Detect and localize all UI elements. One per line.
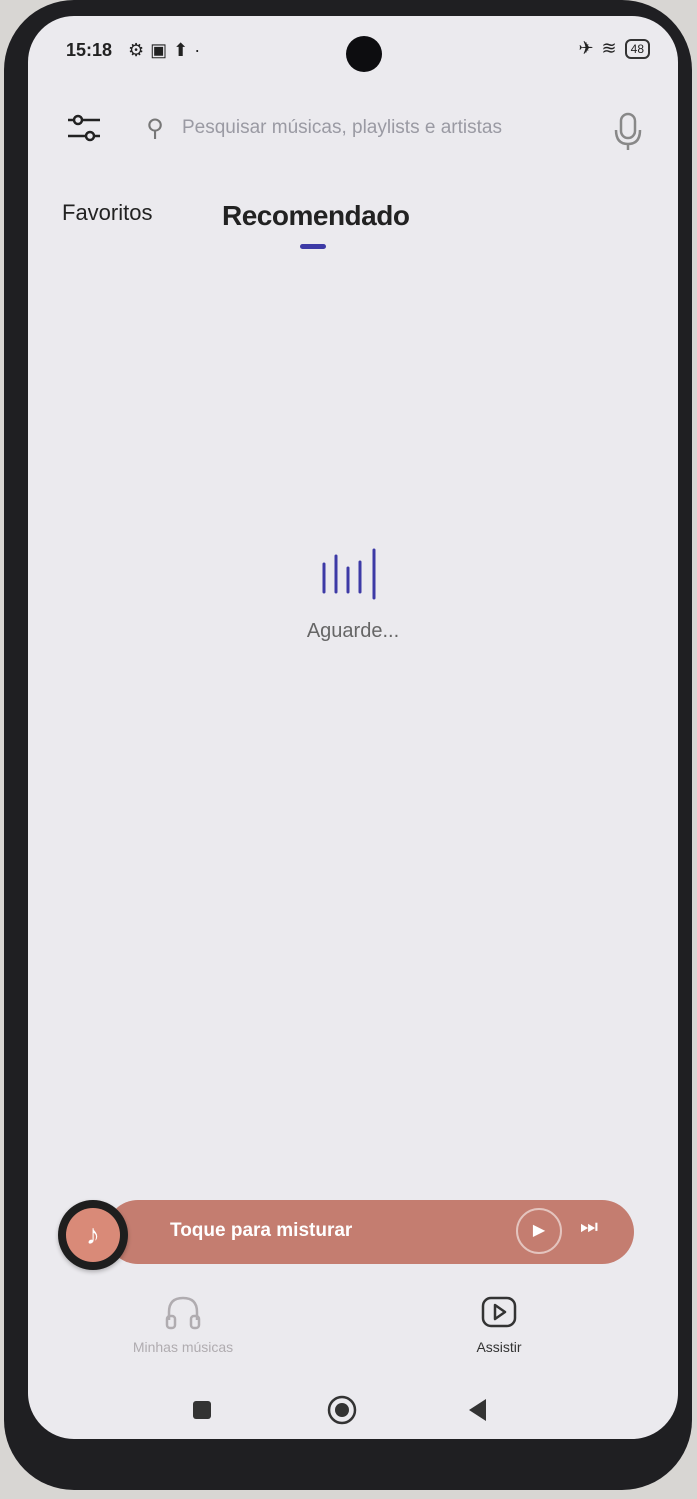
play-button[interactable]: ▶ <box>516 1208 562 1254</box>
triangle-back-icon <box>469 1399 486 1421</box>
wifi-icon: ≋ <box>601 38 617 58</box>
nav-label: Assistir <box>476 1339 522 1355</box>
filter-button[interactable] <box>62 106 106 150</box>
dot-icon: · <box>194 40 207 60</box>
nav-minhas-musicas[interactable]: Minhas músicas <box>118 1292 248 1355</box>
screen: 15:18 ⚙▣⬆· ✈ ≋ 48 ⚲ Pesquisar músicas, p… <box>28 16 678 1439</box>
next-button[interactable]: ⏭ <box>580 1216 598 1239</box>
upload-icon: ⬆ <box>173 40 195 60</box>
airplane-icon: ✈ <box>578 38 594 58</box>
loading-text: Aguarde... <box>306 620 400 642</box>
mini-player-label: Toque para misturar <box>170 1220 353 1241</box>
tab-indicator <box>300 244 326 249</box>
battery-icon: 48 <box>624 38 650 59</box>
microphone-icon <box>614 112 642 150</box>
gallery-icon: ▣ <box>150 40 174 60</box>
settings-icon: ⚙ <box>128 40 151 60</box>
phone-frame: 15:18 ⚙▣⬆· ✈ ≋ 48 ⚲ Pesquisar músicas, p… <box>4 0 692 1490</box>
search-icon: ⚲ <box>146 114 164 142</box>
search-field[interactable]: ⚲ <box>142 106 566 150</box>
circle-icon <box>327 1395 357 1425</box>
nav-label: Minhas músicas <box>132 1339 234 1355</box>
home-button[interactable] <box>324 1392 360 1428</box>
play-square-icon <box>481 1296 517 1328</box>
square-icon <box>193 1401 211 1419</box>
nav-assistir[interactable]: Assistir <box>434 1292 564 1355</box>
music-note-icon: ♪ <box>66 1208 120 1262</box>
status-bar: 15:18 ⚙▣⬆· ✈ ≋ 48 <box>28 38 678 68</box>
status-right: ✈ ≋ 48 <box>578 38 650 59</box>
status-icons: ⚙▣⬆· <box>128 40 206 61</box>
loading-icon <box>318 546 388 606</box>
mini-player[interactable]: Toque para misturar ♪ ▶ ⏭ <box>50 1186 634 1270</box>
tab-favoritos[interactable]: Favoritos <box>62 200 152 226</box>
headphones-icon <box>165 1296 201 1330</box>
status-time: 15:18 <box>66 40 113 60</box>
tab-recomendado[interactable]: Recomendado <box>222 200 410 232</box>
recent-apps-button[interactable] <box>184 1392 220 1428</box>
back-button[interactable] <box>460 1392 496 1428</box>
album-art[interactable]: ♪ <box>58 1200 128 1270</box>
play-icon: ▶ <box>532 1222 546 1239</box>
skip-next-icon: ⏭ <box>580 1216 598 1238</box>
sliders-icon <box>68 114 100 142</box>
search-input[interactable] <box>180 116 564 140</box>
voice-search-button[interactable] <box>606 106 650 156</box>
